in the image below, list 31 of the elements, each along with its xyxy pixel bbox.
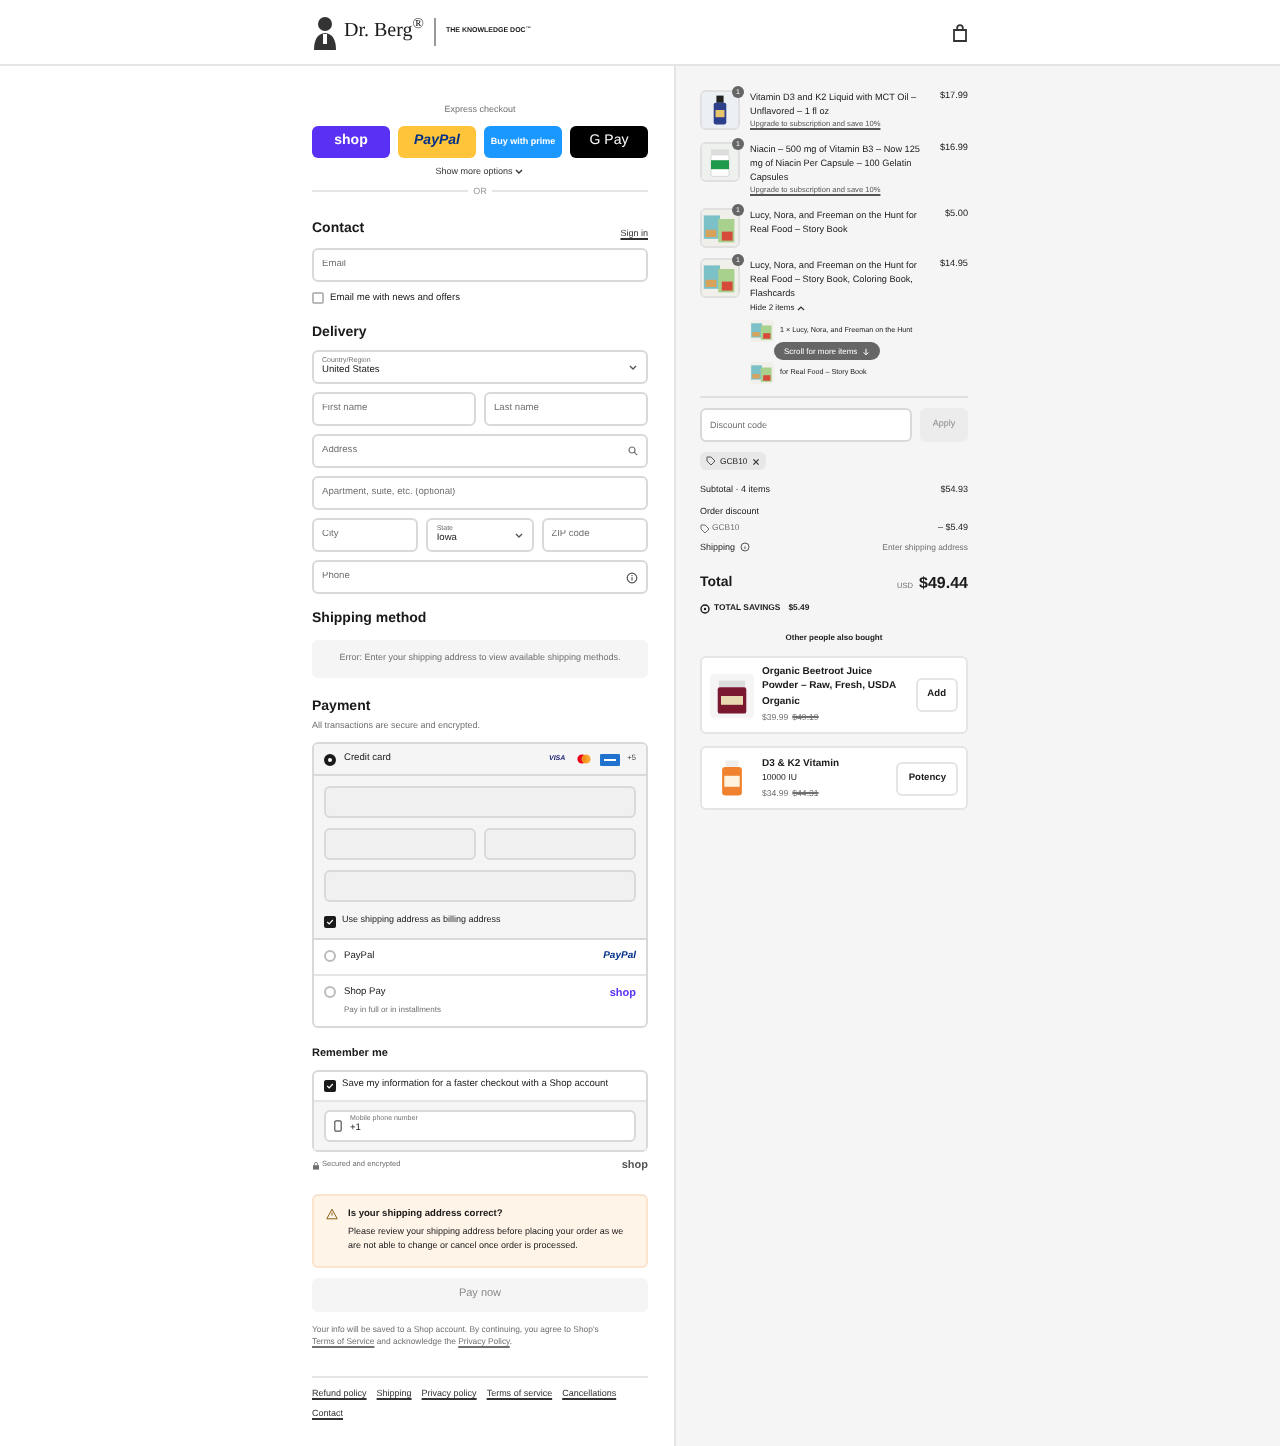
chevron-down-icon [628,363,638,372]
radio-button[interactable] [324,753,336,766]
chevron-down-icon [513,531,524,540]
mobile-phone-icon [334,1119,342,1132]
help-icon[interactable] [626,571,638,584]
radio-button[interactable] [324,949,336,962]
lock-icon [312,1162,320,1170]
warning-icon [326,1208,338,1221]
chevron-up-icon [796,304,807,313]
tag-icon [700,523,710,534]
close-icon[interactable] [751,457,760,466]
total-amount: $49.44 [919,572,968,597]
tag-icon [706,456,716,467]
expiration-field[interactable] [324,828,476,861]
arrow-down-icon [861,347,870,356]
radio-button[interactable] [324,986,336,999]
brand-name: Dr. Berg$^{®}$ [344,22,424,42]
amex-icon [599,753,620,766]
card-number-field[interactable] [324,786,636,819]
mastercard-icon [575,754,592,765]
shopping-bag-icon[interactable] [952,23,968,41]
checkbox[interactable] [324,1079,336,1092]
security-code-field[interactable] [484,828,636,861]
checkbox[interactable] [324,915,336,928]
name-on-card-field[interactable] [324,870,636,903]
info-icon[interactable] [739,542,750,553]
checkbox[interactable] [312,292,324,305]
person-silhouette-icon [312,14,338,50]
chevron-down-icon [514,168,525,177]
search-icon [628,446,638,457]
savings-icon [700,603,710,614]
